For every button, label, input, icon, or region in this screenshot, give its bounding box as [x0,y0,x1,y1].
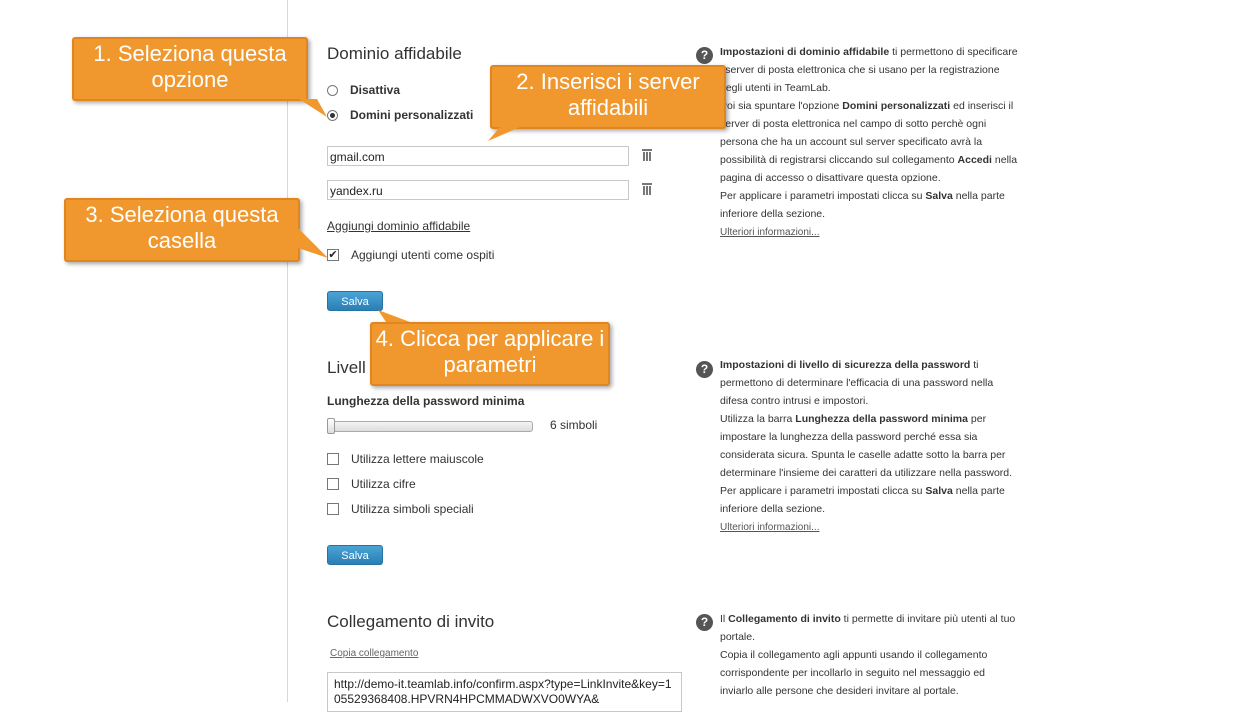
callout-step-2-text: 2. Inserisci i server affidabili [516,69,700,120]
callout-step-2-pointer [488,127,520,141]
slider-value: 6 simboli [550,418,598,432]
password-length-slider-track[interactable] [327,421,533,432]
trash-icon[interactable] [642,149,652,161]
copy-link-button[interactable]: Copia collegamento [330,648,418,659]
uppercase-label: Utilizza lettere maiuscole [351,452,484,466]
digits-checkbox[interactable] [327,478,339,490]
uppercase-checkbox-row[interactable]: Utilizza lettere maiuscole [327,451,484,467]
domain-field-1[interactable]: gmail.com [327,146,629,166]
digits-checkbox-row[interactable]: Utilizza cifre [327,476,416,492]
help-icon: ? [696,361,713,378]
guest-users-label: Aggiungi utenti come ospiti [351,248,495,262]
password-section-title: Livell [327,358,366,377]
invite-section-title: Collegamento di invito [327,612,495,631]
min-length-label: Lunghezza della password minima [327,394,525,408]
callout-step-1-text: 1. Seleziona questa opzione [93,41,287,92]
trash-icon[interactable] [642,183,652,195]
callout-step-3-text: 3. Seleziona questa casella [85,202,279,253]
trusted-domain-save-button[interactable]: Salva [327,291,383,311]
domain-field-2[interactable]: yandex.ru [327,180,629,200]
invite-help: Il Collegamento di invito ti permette di… [720,613,1016,697]
uppercase-checkbox[interactable] [327,453,339,465]
special-checkbox-row[interactable]: Utilizza simboli speciali [327,501,474,517]
password-help: Impostazioni di livello di sicurezza del… [720,359,1013,533]
help-icon: ? [696,47,713,64]
trusted-domain-help: Impostazioni di dominio affidabile ti pe… [720,46,1018,238]
callout-step-1-pointer [299,99,327,117]
callout-step-4-text: 4. Clicca per applicare i parametri [375,326,605,377]
password-length-slider-handle[interactable] [327,418,335,434]
callout-step-4: 4. Clicca per applicare i parametri [370,310,610,386]
radio-custom-domains-circle[interactable] [327,109,338,121]
callout-step-4-pointer [378,310,410,322]
radio-disable-label: Disattiva [350,83,401,97]
radio-disable[interactable]: Disattiva [327,82,400,98]
special-label: Utilizza simboli speciali [351,502,474,516]
guest-users-checkbox[interactable]: ✔ [327,249,339,261]
digits-label: Utilizza cifre [351,477,416,491]
trusted-domain-more-link[interactable]: Ulteriori informazioni... [720,227,819,238]
callout-step-3: 3. Seleziona questa casella [64,198,328,262]
guest-users-checkbox-row[interactable]: ✔ Aggiungi utenti come ospiti [327,247,494,263]
radio-custom-domains[interactable]: Domini personalizzati [327,107,473,123]
special-checkbox[interactable] [327,503,339,515]
callout-step-3-pointer [298,228,328,258]
password-more-link[interactable]: Ulteriori informazioni... [720,522,819,533]
add-trusted-domain-link[interactable]: Aggiungi dominio affidabile [327,219,470,233]
callout-step-2: 2. Inserisci i server affidabili [488,65,726,141]
radio-custom-domains-label: Domini personalizzati [350,108,474,122]
left-panel-divider [287,0,288,702]
invite-url-field[interactable]: http://demo-it.teamlab.info/confirm.aspx… [327,672,682,712]
password-save-button[interactable]: Salva [327,545,383,565]
radio-disable-circle[interactable] [327,84,338,96]
trusted-domain-title: Dominio affidabile [327,44,462,63]
help-icon: ? [696,614,713,631]
callout-step-1: 1. Seleziona questa opzione [72,37,327,117]
